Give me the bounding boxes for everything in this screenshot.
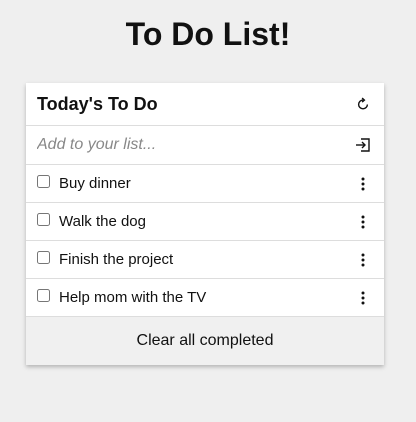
todo-item: Help mom with the TV — [26, 279, 384, 317]
card-title: Today's To Do — [37, 93, 158, 114]
more-vertical-icon[interactable] — [353, 288, 373, 308]
todo-item: Finish the project — [26, 241, 384, 279]
todo-label: Buy dinner — [59, 175, 131, 192]
refresh-icon[interactable] — [353, 94, 373, 114]
more-vertical-icon[interactable] — [353, 174, 373, 194]
enter-icon[interactable] — [353, 135, 373, 155]
todo-checkbox[interactable] — [37, 289, 50, 302]
todo-label: Finish the project — [59, 251, 174, 268]
todo-item: Buy dinner — [26, 165, 384, 203]
todo-checkbox[interactable] — [37, 251, 50, 264]
todo-checkbox[interactable] — [37, 213, 50, 226]
todo-checkbox[interactable] — [37, 175, 50, 188]
more-vertical-icon[interactable] — [353, 212, 373, 232]
todo-label: Walk the dog — [59, 213, 146, 230]
todo-label: Help mom with the TV — [59, 289, 207, 306]
todo-card: Today's To Do Buy dinner Walk the dog — [26, 83, 384, 365]
clear-completed-button[interactable]: Clear all completed — [26, 317, 384, 365]
add-item-input[interactable] — [37, 136, 327, 154]
page-title: To Do List! — [125, 16, 291, 52]
card-header: Today's To Do — [26, 83, 384, 126]
add-item-row — [26, 126, 384, 165]
more-vertical-icon[interactable] — [353, 250, 373, 270]
todo-item: Walk the dog — [26, 203, 384, 241]
